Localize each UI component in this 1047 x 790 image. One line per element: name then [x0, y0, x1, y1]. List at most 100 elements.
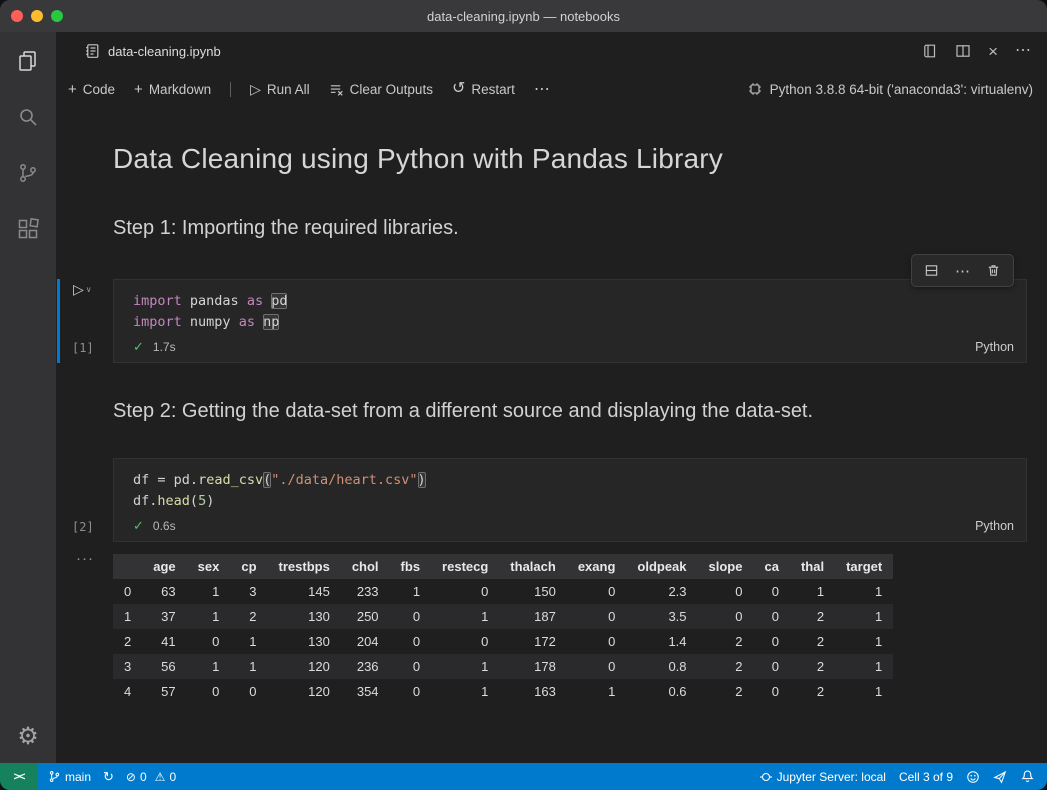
branch-icon	[48, 770, 61, 783]
code-editor[interactable]: df = pd.read_csv("./data/heart.csv")df.h…	[114, 459, 1026, 515]
table-column-header: chol	[341, 554, 390, 579]
code-token: read_csv	[198, 472, 263, 488]
code-token: import	[133, 293, 182, 309]
table-column-header: restecg	[431, 554, 499, 579]
add-markdown-cell-button[interactable]: + Markdown	[134, 82, 211, 97]
code-token: head	[157, 493, 190, 509]
run-all-button[interactable]: ▷ Run All	[250, 82, 310, 97]
table-cell: 56	[142, 654, 186, 679]
cell-position-indicator[interactable]: Cell 3 of 9	[899, 770, 953, 784]
table-cell: 1	[835, 679, 893, 704]
kernel-picker[interactable]: Python 3.8.8 64-bit ('anaconda3': virtua…	[747, 81, 1033, 97]
split-editor-icon[interactable]	[955, 43, 971, 59]
editor-area: data-cleaning.ipynb ×	[56, 32, 1047, 763]
branch-indicator[interactable]: main	[48, 770, 91, 784]
table-cell: 1	[835, 629, 893, 654]
notifications-bell-icon[interactable]	[1020, 769, 1035, 784]
restart-kernel-button[interactable]: ↺ Restart	[452, 81, 515, 97]
cell-status-row: ✓ 1.7s Python	[114, 336, 1026, 362]
feedback-smiley-icon[interactable]	[966, 770, 980, 784]
toolbar-divider	[230, 82, 231, 97]
output-options-icon[interactable]: ···	[76, 550, 94, 567]
table-cell: 1	[187, 579, 231, 604]
success-check-icon: ✓	[133, 518, 144, 534]
close-editor-icon[interactable]: ×	[988, 43, 998, 60]
table-row: 063131452331015002.30011	[113, 579, 893, 604]
outline-icon[interactable]	[922, 43, 938, 59]
add-code-cell-button[interactable]: + Code	[68, 82, 115, 97]
cell-status-row: ✓ 0.6s Python	[114, 515, 1026, 541]
clear-outputs-button[interactable]: Clear Outputs	[329, 82, 433, 97]
table-column-header: thalach	[499, 554, 567, 579]
execution-count: [1]	[72, 341, 94, 355]
table-cell: 0	[390, 654, 432, 679]
gear-glyph: ⚙	[17, 723, 39, 750]
sync-changes-icon[interactable]: ↻	[103, 770, 114, 783]
clear-outputs-icon	[329, 82, 344, 97]
search-icon[interactable]	[15, 104, 41, 130]
table-cell: 1	[835, 579, 893, 604]
table-cell: 0	[390, 604, 432, 629]
settings-gear-icon[interactable]: ⚙	[17, 725, 39, 749]
explorer-icon[interactable]	[15, 48, 41, 74]
table-cell: 233	[341, 579, 390, 604]
table-cell: 0	[390, 629, 432, 654]
table-row: 356111202360117800.82021	[113, 654, 893, 679]
code-editor[interactable]: import pandas as pdimport numpy as np	[114, 280, 1026, 336]
markdown-cell-step1[interactable]: Step 1: Importing the required libraries…	[113, 217, 1027, 240]
table-column-header: ca	[753, 554, 789, 579]
split-cell-icon[interactable]	[916, 258, 947, 284]
cell-language-picker[interactable]: Python	[975, 340, 1014, 354]
table-cell: 0	[113, 579, 142, 604]
delete-cell-icon[interactable]	[978, 258, 1009, 284]
code-token: pd	[271, 293, 287, 309]
table-cell: 2	[113, 629, 142, 654]
source-control-icon[interactable]	[15, 160, 41, 186]
run-cell-button[interactable]: ▷ ∨	[73, 281, 92, 298]
table-cell: 1	[835, 604, 893, 629]
table-cell: 0.8	[626, 654, 697, 679]
table-cell: 1	[431, 654, 499, 679]
table-column-header: fbs	[390, 554, 432, 579]
cell-language-picker[interactable]: Python	[975, 519, 1014, 533]
output-gutter: ···	[56, 554, 113, 704]
window-controls	[11, 0, 63, 32]
code-token	[255, 314, 263, 330]
markdown-cell-step2[interactable]: Step 2: Getting the data-set from a diff…	[113, 400, 1027, 423]
table-cell: 0	[567, 579, 627, 604]
problems-indicator[interactable]: ⊘ 0 ⚠ 0	[126, 770, 176, 784]
editor-more-actions-icon[interactable]: ⋯	[1015, 43, 1031, 59]
table-cell: 0	[698, 604, 754, 629]
code-token: df	[133, 493, 149, 509]
table-cell: 2	[698, 679, 754, 704]
cell-gutter: [2]	[56, 458, 113, 542]
table-cell: 0	[753, 604, 789, 629]
code-cell-2: [2] df = pd.read_csv("./data/heart.csv")…	[56, 458, 1027, 542]
cell-more-actions-icon[interactable]: ⋯	[947, 258, 978, 284]
jupyter-server-indicator[interactable]: Jupyter Server: local	[759, 770, 886, 784]
tweet-feedback-icon[interactable]	[993, 770, 1007, 784]
toolbar-more-actions-icon[interactable]: ⋯	[534, 79, 550, 99]
code-token	[263, 293, 271, 309]
remote-indicator[interactable]: ><	[0, 763, 38, 790]
execution-duration: 1.7s	[153, 340, 176, 354]
code-token: (	[190, 493, 198, 509]
zoom-window-button[interactable]	[51, 10, 63, 22]
code-line: import numpy as np	[133, 312, 1012, 333]
extensions-icon[interactable]	[15, 216, 41, 242]
minimize-window-button[interactable]	[31, 10, 43, 22]
run-all-label: Run All	[267, 82, 310, 97]
tab-data-cleaning-ipynb[interactable]: data-cleaning.ipynb	[84, 43, 221, 59]
execution-duration: 0.6s	[153, 519, 176, 533]
cell-output: ··· agesexcptrestbpscholfbsrestecgthalac…	[56, 554, 1027, 704]
table-cell: 1	[390, 579, 432, 604]
table-cell: 1	[431, 679, 499, 704]
vscode-window: data-cleaning.ipynb — notebooks	[0, 0, 1047, 790]
table-cell: 41	[142, 629, 186, 654]
table-row: 137121302500118703.50021	[113, 604, 893, 629]
errors-icon: ⊘	[126, 771, 136, 783]
run-icon: ▷	[73, 281, 84, 298]
markdown-cell-title[interactable]: Data Cleaning using Python with Pandas L…	[113, 143, 1027, 175]
tab-label: data-cleaning.ipynb	[108, 44, 221, 59]
close-window-button[interactable]	[11, 10, 23, 22]
